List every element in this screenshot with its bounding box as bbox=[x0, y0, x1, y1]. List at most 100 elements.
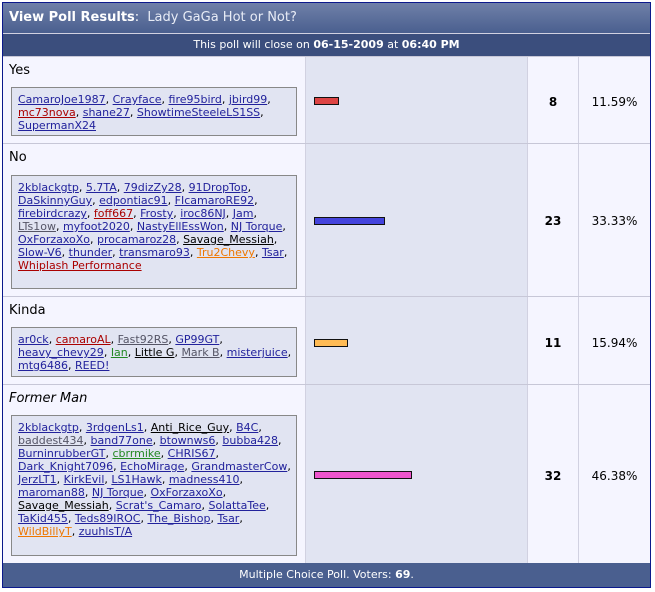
voter-list: ar0ck, camaroAL, Fast92RS, GP99GT, heavy… bbox=[11, 327, 297, 377]
voter-link[interactable]: Teds89IROC bbox=[75, 512, 141, 525]
vote-count-cell: 32 bbox=[528, 385, 578, 563]
vote-count-cell: 8 bbox=[528, 57, 578, 144]
vote-percent-cell: 33.33% bbox=[579, 144, 650, 297]
voter-link[interactable]: camaroAL bbox=[56, 333, 111, 346]
poll-header-title: View Poll Results bbox=[9, 10, 135, 25]
voter-link[interactable]: Mark B bbox=[181, 346, 219, 359]
voter-link[interactable]: Jam bbox=[233, 207, 254, 220]
voter-link[interactable]: OxForzaxoXo bbox=[151, 486, 223, 499]
voter-link[interactable]: bubba428 bbox=[222, 434, 278, 447]
voter-link[interactable]: EchoMirage bbox=[120, 460, 184, 473]
voter-link[interactable]: 2kblackgtp bbox=[18, 181, 79, 194]
voter-link[interactable]: btownws6 bbox=[160, 434, 216, 447]
voter-link[interactable]: 91DropTop bbox=[189, 181, 248, 194]
voter-link[interactable]: LTs1ow bbox=[18, 220, 56, 233]
voter-link[interactable]: fire95bird bbox=[169, 93, 222, 106]
voter-link[interactable]: band77one bbox=[91, 434, 153, 447]
voter-link[interactable]: 3rdgenLs1 bbox=[86, 421, 144, 434]
vote-count: 32 bbox=[544, 469, 562, 483]
voter-link[interactable]: procamaroz28 bbox=[97, 233, 176, 246]
voter-link[interactable]: myfoot2020 bbox=[63, 220, 130, 233]
voter-link[interactable]: FIcamaroRE92 bbox=[175, 194, 254, 207]
poll-result-bar bbox=[314, 339, 348, 347]
voter-link[interactable]: GP99GT bbox=[175, 333, 219, 346]
voter-link[interactable]: SolattaTee bbox=[208, 499, 265, 512]
voter-link[interactable]: WildBillyT bbox=[18, 525, 72, 538]
voter-link[interactable]: NJ Torque bbox=[92, 486, 144, 499]
poll-option-cell: No 2kblackgtp, 5.7TA, 79dizZy28, 91DropT… bbox=[3, 144, 305, 297]
poll-result-bar bbox=[314, 97, 339, 105]
voter-link[interactable]: foff667 bbox=[94, 207, 133, 220]
footer-suffix: . bbox=[410, 568, 414, 581]
voter-link[interactable]: Scrat's_Camaro bbox=[116, 499, 202, 512]
voter-link[interactable]: Frosty bbox=[140, 207, 173, 220]
vote-count: 8 bbox=[548, 95, 558, 109]
vote-percent-cell: 46.38% bbox=[579, 385, 650, 563]
voter-link[interactable]: edpontiac91 bbox=[99, 194, 168, 207]
voter-link[interactable]: shane27 bbox=[83, 106, 130, 119]
voter-link[interactable]: thunder bbox=[69, 246, 113, 259]
voter-link[interactable]: LS1Hawk bbox=[111, 473, 162, 486]
voter-link[interactable]: ShowtimeSteeleLS1SS bbox=[137, 106, 260, 119]
voter-link[interactable]: TaKid455 bbox=[18, 512, 68, 525]
poll-header: View Poll Results: Lady GaGa Hot or Not? bbox=[3, 3, 650, 33]
vote-percent: 15.94% bbox=[591, 336, 638, 350]
voter-link[interactable]: madness410 bbox=[169, 473, 240, 486]
vote-count-cell: 23 bbox=[528, 144, 578, 297]
voter-link[interactable]: NJ Torque bbox=[231, 220, 283, 233]
poll-option-label: Kinda bbox=[9, 303, 46, 318]
poll-result-bar bbox=[314, 217, 385, 225]
voter-link[interactable]: maroman88 bbox=[18, 486, 85, 499]
voter-link[interactable]: REED! bbox=[75, 359, 109, 372]
voter-link[interactable]: B4C bbox=[236, 421, 258, 434]
voter-link[interactable]: baddest434 bbox=[18, 434, 84, 447]
voter-link[interactable]: mc73nova bbox=[18, 106, 76, 119]
voter-link[interactable]: transmaro93 bbox=[119, 246, 190, 259]
voter-link[interactable]: Ian bbox=[111, 346, 128, 359]
voter-link[interactable]: ar0ck bbox=[18, 333, 49, 346]
voter-link[interactable]: jbird99 bbox=[229, 93, 267, 106]
voter-link[interactable]: Fast92RS bbox=[118, 333, 169, 346]
voter-link[interactable]: Tsar bbox=[262, 246, 284, 259]
voter-link[interactable]: Tru2Chevy bbox=[197, 246, 255, 259]
voter-link[interactable]: iroc86NJ bbox=[180, 207, 226, 220]
voter-link[interactable]: Crayface bbox=[113, 93, 162, 106]
voter-link[interactable]: cbrrmike bbox=[112, 447, 160, 460]
voter-link[interactable]: KirkEvil bbox=[64, 473, 105, 486]
voter-link[interactable]: 2kblackgtp bbox=[18, 421, 79, 434]
vote-percent: 46.38% bbox=[591, 469, 638, 483]
voter-link[interactable]: 79dizZy28 bbox=[124, 181, 182, 194]
voter-link[interactable]: firebirdcrazy bbox=[18, 207, 87, 220]
poll-bar-cell bbox=[306, 144, 527, 297]
voter-link[interactable]: Whiplash Performance bbox=[18, 259, 142, 272]
voter-link[interactable]: DaSkinnyGuy bbox=[18, 194, 92, 207]
voter-link[interactable]: BurninrubberGT bbox=[18, 447, 105, 460]
voter-link[interactable]: JerzLT1 bbox=[18, 473, 57, 486]
voter-link[interactable]: Tsar bbox=[217, 512, 239, 525]
voter-link[interactable]: Anti_Rice_Guy bbox=[151, 421, 229, 434]
voter-link[interactable]: 5.7TA bbox=[86, 181, 117, 194]
voter-link[interactable]: CamaroJoe1987 bbox=[18, 93, 106, 106]
poll-bar-cell bbox=[306, 57, 527, 144]
voter-link[interactable]: Savage_Messiah bbox=[18, 499, 109, 512]
voter-link[interactable]: Slow-V6 bbox=[18, 246, 62, 259]
voter-link[interactable]: Savage_Messiah bbox=[183, 233, 274, 246]
close-notice-text: This poll will close on bbox=[193, 38, 314, 51]
voter-link[interactable]: mtg6486 bbox=[18, 359, 68, 372]
voters-total: 69 bbox=[395, 568, 411, 581]
voter-link[interactable]: Little G bbox=[135, 346, 175, 359]
voter-link[interactable]: misterjuice bbox=[227, 346, 288, 359]
voter-link[interactable]: The_Bishop bbox=[147, 512, 210, 525]
voter-link[interactable]: SupermanX24 bbox=[18, 119, 96, 132]
voter-link[interactable]: CHRIS67 bbox=[168, 447, 216, 460]
voter-link[interactable]: zuuhlsT/A bbox=[79, 525, 132, 538]
close-time: 06:40 PM bbox=[401, 38, 460, 51]
poll-option-row: No 2kblackgtp, 5.7TA, 79dizZy28, 91DropT… bbox=[3, 143, 650, 297]
voter-link[interactable]: GrandmasterCow bbox=[191, 460, 287, 473]
poll-option-cell: Former Man 2kblackgtp, 3rdgenLs1, Anti_R… bbox=[3, 385, 305, 563]
poll-question: Lady GaGa Hot or Not? bbox=[147, 10, 297, 25]
voter-link[interactable]: Dark_Knight7096 bbox=[18, 460, 113, 473]
voter-link[interactable]: NastyEllEssWon bbox=[137, 220, 224, 233]
voter-link[interactable]: OxForzaxoXo bbox=[18, 233, 90, 246]
voter-link[interactable]: heavy_chevy29 bbox=[18, 346, 104, 359]
